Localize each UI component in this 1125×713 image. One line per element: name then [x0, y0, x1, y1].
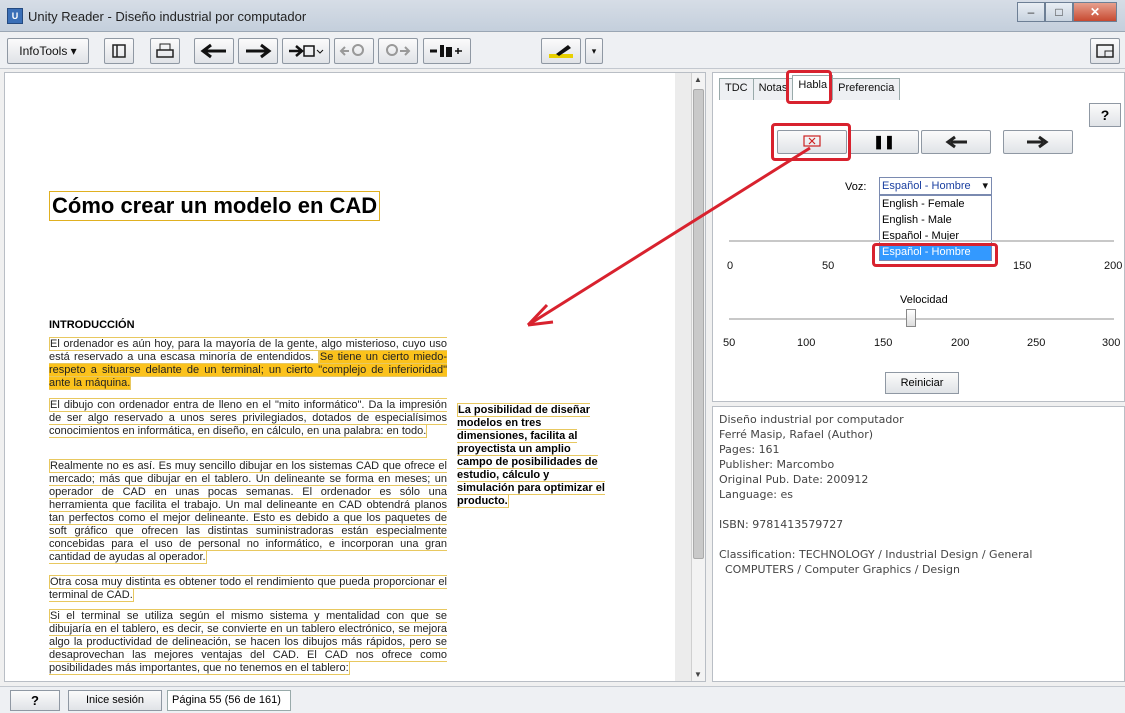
help-button[interactable]: ?	[1089, 103, 1121, 127]
volume-tick: 200	[1104, 260, 1123, 272]
bookmark-add-icon[interactable]	[282, 38, 330, 64]
speed-tick: 300	[1102, 337, 1121, 349]
voice-option[interactable]: English - Female	[880, 196, 991, 212]
book-classification: Classification: TECHNOLOGY / Industrial …	[719, 548, 1033, 561]
speed-tick: 200	[951, 337, 970, 349]
infotools-button[interactable]: InfoTools ▾	[7, 38, 89, 64]
minimize-button[interactable]: –	[1017, 2, 1045, 22]
voice-label: Voz:	[845, 181, 867, 193]
paragraph-5: Si el terminal se utiliza según el mismo…	[49, 609, 447, 675]
maximize-button[interactable]: □	[1045, 2, 1073, 22]
annotation-box-voice-option	[872, 243, 998, 267]
book-language: Language: es	[719, 488, 793, 501]
speech-panel: TDC Notas Habla Preferencia ? ❚❚ Voz: Es…	[712, 72, 1125, 402]
zoom-in-icon[interactable]	[378, 38, 418, 64]
paragraph-2: El dibujo con ordenador entra de lleno e…	[49, 398, 447, 438]
annotation-box-stop-button	[771, 123, 851, 161]
speed-slider[interactable]	[729, 318, 1114, 320]
annotation-box-habla-tab	[786, 70, 832, 104]
voice-option[interactable]: English - Male	[880, 212, 991, 228]
reset-button[interactable]: Reiniciar	[885, 372, 959, 394]
book-author: Ferré Masip, Rafael (Author)	[719, 428, 874, 441]
paragraph-4: Otra cosa muy distinta es obtener todo e…	[49, 575, 447, 602]
status-bar: ? Inice sesión Página 55 (56 de 161)	[0, 686, 1125, 713]
speed-tick: 50	[723, 337, 736, 349]
speed-tick: 250	[1027, 337, 1046, 349]
volume-tick: 50	[822, 260, 835, 272]
volume-slider[interactable]	[729, 240, 1114, 242]
dropdown-icon[interactable]: ▾	[585, 38, 603, 64]
next-icon	[1027, 135, 1049, 149]
page-fit-icon[interactable]	[423, 38, 471, 64]
section-heading: INTRODUCCIÓN	[49, 319, 135, 331]
highlighter-icon[interactable]	[541, 38, 581, 64]
previous-icon	[945, 135, 967, 149]
login-button[interactable]: Inice sesión	[68, 690, 162, 711]
toolbar: InfoTools ▾ ▾	[0, 33, 1125, 69]
zoom-out-icon[interactable]	[334, 38, 374, 64]
book-pub-date: Original Pub. Date: 200912	[719, 473, 869, 486]
scroll-down-icon[interactable]: ▼	[694, 670, 702, 679]
app-icon: U	[7, 8, 23, 24]
toc-icon[interactable]	[104, 38, 134, 64]
window-icon[interactable]	[1090, 38, 1120, 64]
side-note: La posibilidad de diseñar modelos en tre…	[457, 403, 605, 508]
title-bar: U Unity Reader - Diseño industrial por c…	[0, 0, 1125, 32]
scroll-thumb[interactable]	[693, 89, 704, 559]
book-info-panel: Diseño industrial por computador Ferré M…	[712, 406, 1125, 682]
back-arrow-icon[interactable]	[194, 38, 234, 64]
volume-tick: 0	[727, 260, 734, 272]
tab-tdc[interactable]: TDC	[719, 78, 754, 100]
speed-slider-thumb[interactable]	[906, 309, 916, 327]
paragraph-3: Realmente no es así. Es muy sencillo dib…	[49, 459, 447, 564]
vertical-scrollbar[interactable]: ▲ ▼	[691, 73, 705, 681]
voice-select[interactable]: Español - Hombre ▾	[879, 177, 992, 195]
paragraph-1: El ordenador es aún hoy, para la mayoría…	[49, 337, 447, 390]
forward-arrow-icon[interactable]	[238, 38, 278, 64]
close-button[interactable]: ✕	[1073, 2, 1117, 22]
page-indicator: Página 55 (56 de 161)	[167, 690, 291, 711]
print-icon[interactable]	[150, 38, 180, 64]
book-title: Diseño industrial por computador	[719, 413, 904, 426]
document-title: Cómo crear un modelo en CAD	[49, 191, 381, 221]
volume-tick: 150	[1013, 260, 1032, 272]
speed-tick: 150	[874, 337, 893, 349]
book-classification-2: COMPUTERS / Computer Graphics / Design	[725, 563, 960, 576]
speed-tick: 100	[797, 337, 816, 349]
next-sentence-button[interactable]	[1003, 130, 1073, 154]
book-pages: Pages: 161	[719, 443, 780, 456]
previous-sentence-button[interactable]	[921, 130, 991, 154]
document-view[interactable]: Cómo crear un modelo en CAD INTRODUCCIÓN…	[4, 72, 706, 682]
book-isbn: ISBN: 9781413579727	[719, 518, 844, 531]
chevron-down-icon: ▾	[982, 180, 988, 192]
pause-icon: ❚❚	[873, 134, 895, 149]
window-title: Unity Reader - Diseño industrial por com…	[28, 9, 307, 24]
scroll-up-icon[interactable]: ▲	[694, 75, 702, 84]
pause-button[interactable]: ❚❚	[849, 130, 919, 154]
status-help-button[interactable]: ?	[10, 690, 60, 711]
tab-preferencia[interactable]: Preferencia	[832, 78, 901, 100]
book-publisher: Publisher: Marcombo	[719, 458, 835, 471]
speed-label: Velocidad	[900, 294, 948, 306]
